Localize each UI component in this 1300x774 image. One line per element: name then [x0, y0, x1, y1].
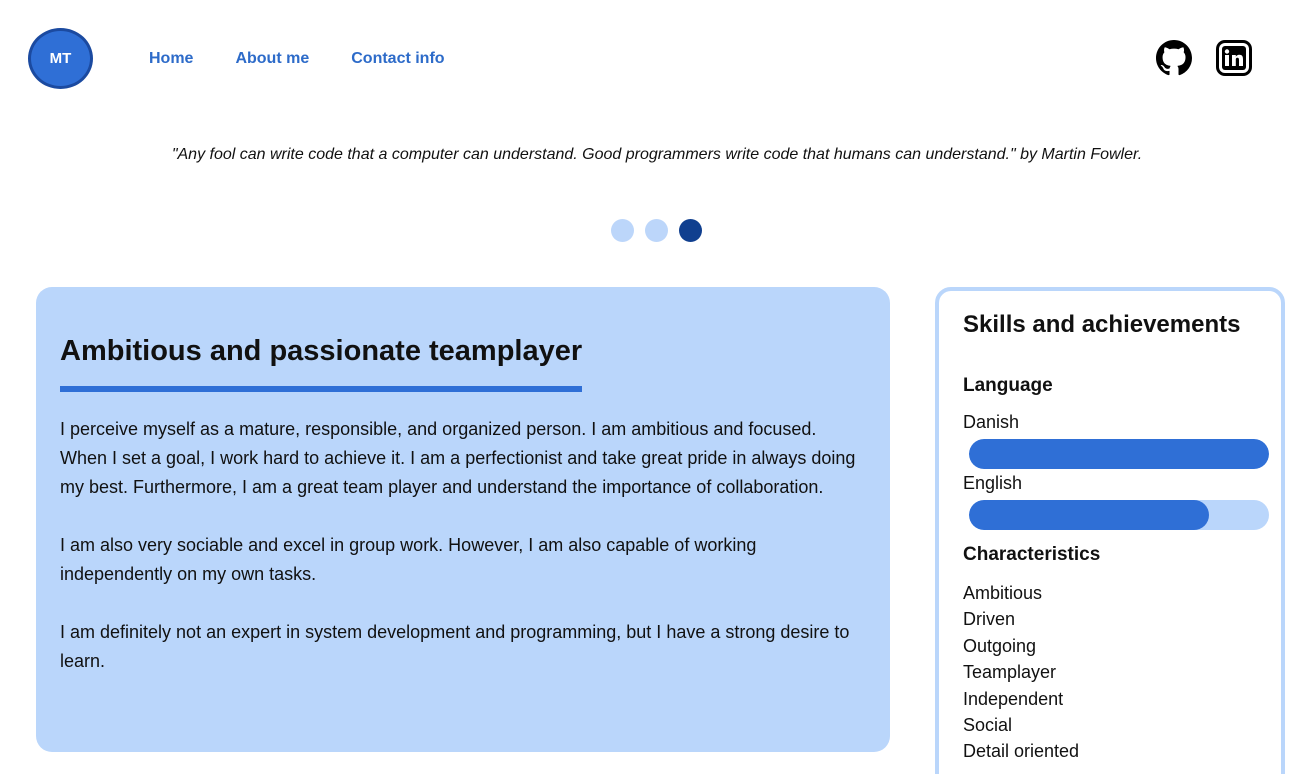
carousel-dot-3[interactable] — [679, 219, 702, 242]
about-paragraph: I perceive myself as a mature, responsib… — [60, 419, 856, 497]
characteristic-item: Social — [963, 715, 1013, 736]
quote-text: "Any fool can write code that a computer… — [171, 146, 1143, 163]
about-card: Ambitious and passionate teamplayer I pe… — [36, 287, 890, 752]
about-paragraph: I am also very sociable and excel in gro… — [60, 535, 757, 584]
carousel-dot-1[interactable] — [611, 219, 634, 242]
language-level-fill — [969, 439, 1269, 469]
about-paragraph: I am definitely not an expert in system … — [60, 622, 850, 671]
language-level-fill — [969, 500, 1209, 530]
about-title: Ambitious and passionate teamplayer — [60, 335, 583, 392]
language-name: Danish — [963, 412, 1020, 432]
logo-avatar[interactable]: MT — [28, 28, 93, 89]
github-glyph — [1156, 40, 1192, 76]
skills-card: Skills and achievements Language Danish … — [935, 287, 1285, 774]
language-level-bar — [969, 439, 1269, 469]
carousel-dot-2[interactable] — [645, 219, 668, 242]
github-icon[interactable] — [1154, 38, 1194, 78]
characteristic-item: Detail oriented — [963, 741, 1080, 762]
characteristic-item: Teamplayer — [963, 662, 1057, 683]
nav-home-link[interactable]: Home — [149, 50, 193, 68]
nav-contact-link[interactable]: Contact info — [351, 50, 444, 68]
characteristic-item: Ambitious — [963, 583, 1043, 603]
carousel-indicators — [611, 219, 702, 242]
characteristics-heading: Characteristics — [963, 544, 1101, 565]
characteristic-item: Outgoing — [963, 635, 1037, 656]
language-heading: Language — [963, 375, 1053, 396]
linkedin-glyph — [1216, 40, 1252, 76]
language-name: English — [963, 473, 1023, 493]
main-nav: Home About me Contact info — [149, 50, 445, 68]
linkedin-icon[interactable] — [1214, 38, 1254, 78]
characteristic-item: Driven — [963, 609, 1016, 630]
characteristic-item: Independent — [963, 688, 1064, 709]
language-level-bar — [969, 500, 1269, 530]
nav-about-link[interactable]: About me — [235, 50, 309, 68]
skills-title: Skills and achievements — [963, 311, 1241, 338]
characteristics-list: Ambitious Driven Outgoing Teamplayer Ind… — [963, 580, 1257, 765]
